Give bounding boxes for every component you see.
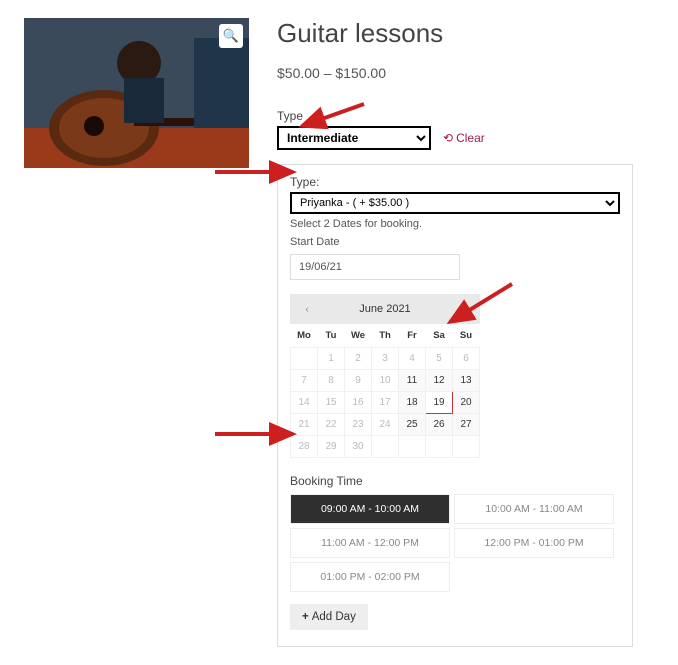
teacher-select[interactable]: Priyanka - ( + $35.00 ) (290, 192, 620, 214)
calendar-day: 3 (372, 348, 399, 370)
calendar-day: 1 (318, 348, 345, 370)
refresh-icon: ⟲ (443, 131, 453, 145)
add-day-text: Add Day (312, 611, 356, 623)
calendar-day: 21 (291, 414, 318, 436)
calendar-day[interactable]: 12 (426, 370, 453, 392)
calendar-day[interactable]: 27 (453, 414, 480, 436)
calendar-dow: Mo (291, 324, 318, 348)
calendar-day: 7 (291, 370, 318, 392)
price-range: $50.00 – $150.00 (277, 65, 654, 81)
calendar-dow: Su (453, 324, 480, 348)
calendar-dow: We (345, 324, 372, 348)
calendar-day (291, 348, 318, 370)
add-day-button[interactable]: +Add Day (290, 604, 368, 630)
calendar-day[interactable]: 26 (426, 414, 453, 436)
calendar-day[interactable]: 11 (399, 370, 426, 392)
helper-text: Select 2 Dates for booking. (290, 218, 620, 230)
start-date-input[interactable] (290, 254, 460, 280)
calendar-dow: Sa (426, 324, 453, 348)
calendar-day: 9 (345, 370, 372, 392)
product-image[interactable]: 🔍 (24, 18, 249, 168)
calendar-day: 23 (345, 414, 372, 436)
time-slot[interactable]: 10:00 AM - 11:00 AM (454, 494, 614, 524)
clear-text: Clear (456, 131, 485, 145)
time-slot[interactable]: 11:00 AM - 12:00 PM (290, 528, 450, 558)
type-select[interactable]: Intermediate (277, 126, 431, 150)
calendar-day: 16 (345, 392, 372, 414)
calendar-day (453, 436, 480, 458)
next-month-button[interactable]: › (454, 300, 472, 318)
type-label: Type (277, 109, 654, 123)
calendar-day: 22 (318, 414, 345, 436)
calendar-dow: Fr (399, 324, 426, 348)
clear-link[interactable]: ⟲ Clear (443, 131, 485, 145)
time-slot[interactable]: 09:00 AM - 10:00 AM (290, 494, 450, 524)
calendar-day[interactable]: 13 (453, 370, 480, 392)
calendar-day (372, 436, 399, 458)
time-slot[interactable]: 01:00 PM - 02:00 PM (290, 562, 450, 592)
product-title: Guitar lessons (277, 18, 654, 49)
calendar-dow: Th (372, 324, 399, 348)
calendar-day: 28 (291, 436, 318, 458)
calendar-day: 14 (291, 392, 318, 414)
calendar-day: 15 (318, 392, 345, 414)
calendar-day[interactable]: 25 (399, 414, 426, 436)
zoom-icon[interactable]: 🔍 (219, 24, 243, 48)
prev-month-button[interactable]: ‹ (298, 300, 316, 318)
calendar-month: June 2021 (359, 303, 410, 315)
calendar-dow: Tu (318, 324, 345, 348)
calendar-day: 29 (318, 436, 345, 458)
time-slot[interactable]: 12:00 PM - 01:00 PM (454, 528, 614, 558)
calendar-day: 4 (399, 348, 426, 370)
calendar-day: 5 (426, 348, 453, 370)
booking-panel: Type: Priyanka - ( + $35.00 ) Select 2 D… (277, 164, 633, 647)
calendar-day[interactable]: 18 (399, 392, 426, 414)
calendar-day: 2 (345, 348, 372, 370)
start-date-label: Start Date (290, 236, 620, 248)
calendar-day: 30 (345, 436, 372, 458)
teacher-label: Type: (290, 175, 620, 189)
calendar-day: 17 (372, 392, 399, 414)
calendar-day: 6 (453, 348, 480, 370)
calendar: ‹ June 2021 › MoTuWeThFrSaSu 12345678910… (290, 294, 480, 458)
calendar-day (399, 436, 426, 458)
plus-icon: + (302, 611, 309, 623)
calendar-day[interactable]: 19 (426, 392, 453, 414)
calendar-day: 10 (372, 370, 399, 392)
calendar-day: 8 (318, 370, 345, 392)
calendar-day (426, 436, 453, 458)
calendar-day[interactable]: 20 (453, 392, 480, 414)
calendar-day: 24 (372, 414, 399, 436)
booking-time-label: Booking Time (290, 474, 620, 488)
